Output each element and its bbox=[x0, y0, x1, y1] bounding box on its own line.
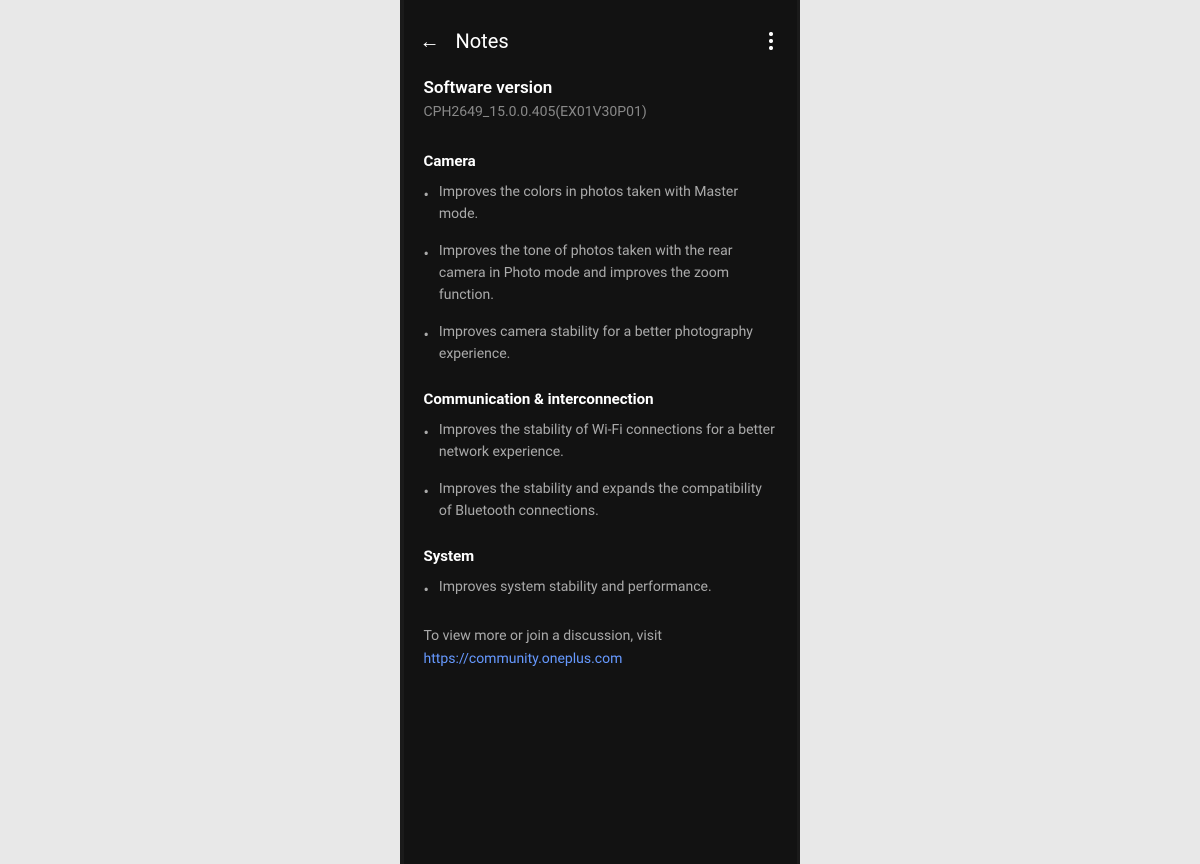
communication-item-2: Improves the stability and expands the c… bbox=[439, 479, 777, 522]
system-item-1: Improves system stability and performanc… bbox=[439, 577, 712, 599]
header: ← Notes bbox=[404, 0, 797, 70]
dot2 bbox=[769, 39, 773, 43]
bullet-icon: • bbox=[424, 421, 429, 445]
camera-section: Camera • Improves the colors in photos t… bbox=[424, 152, 777, 366]
footer-text: To view more or join a discussion, visit bbox=[424, 626, 777, 647]
bullet-icon: • bbox=[424, 242, 429, 266]
bullet-icon: • bbox=[424, 183, 429, 207]
bullet-icon: • bbox=[424, 578, 429, 602]
communication-heading: Communication & interconnection bbox=[424, 390, 777, 408]
camera-list: • Improves the colors in photos taken wi… bbox=[424, 182, 777, 366]
communication-section: Communication & interconnection • Improv… bbox=[424, 390, 777, 523]
communication-list: • Improves the stability of Wi-Fi connec… bbox=[424, 420, 777, 523]
header-left: ← Notes bbox=[420, 29, 509, 54]
camera-heading: Camera bbox=[424, 152, 777, 170]
list-item: • Improves the colors in photos taken wi… bbox=[424, 182, 777, 225]
camera-item-1: Improves the colors in photos taken with… bbox=[439, 182, 777, 225]
system-heading: System bbox=[424, 547, 777, 565]
bullet-icon: • bbox=[424, 480, 429, 504]
list-item: • Improves the stability and expands the… bbox=[424, 479, 777, 522]
list-item: • Improves the tone of photos taken with… bbox=[424, 241, 777, 306]
system-section: System • Improves system stability and p… bbox=[424, 547, 777, 602]
camera-item-3: Improves camera stability for a better p… bbox=[439, 322, 777, 365]
list-item: • Improves camera stability for a better… bbox=[424, 322, 777, 365]
dot3 bbox=[769, 46, 773, 50]
content-area: Software version CPH2649_15.0.0.405(EX01… bbox=[404, 70, 797, 707]
software-version-value: CPH2649_15.0.0.405(EX01V30P01) bbox=[424, 104, 777, 120]
camera-item-2: Improves the tone of photos taken with t… bbox=[439, 241, 777, 306]
phone-screen: ← Notes Software version CPH2649_15.0.0.… bbox=[404, 0, 797, 864]
software-version-section: Software version CPH2649_15.0.0.405(EX01… bbox=[424, 78, 777, 120]
back-button[interactable]: ← bbox=[420, 29, 440, 54]
list-item: • Improves system stability and performa… bbox=[424, 577, 777, 602]
more-menu-button[interactable] bbox=[765, 28, 777, 54]
system-list: • Improves system stability and performa… bbox=[424, 577, 777, 602]
communication-item-1: Improves the stability of Wi-Fi connecti… bbox=[439, 420, 777, 463]
list-item: • Improves the stability of Wi-Fi connec… bbox=[424, 420, 777, 463]
community-link[interactable]: https://community.oneplus.com bbox=[424, 651, 777, 667]
dot1 bbox=[769, 32, 773, 36]
bullet-icon: • bbox=[424, 323, 429, 347]
page-title: Notes bbox=[456, 29, 509, 53]
software-version-title: Software version bbox=[424, 78, 777, 98]
